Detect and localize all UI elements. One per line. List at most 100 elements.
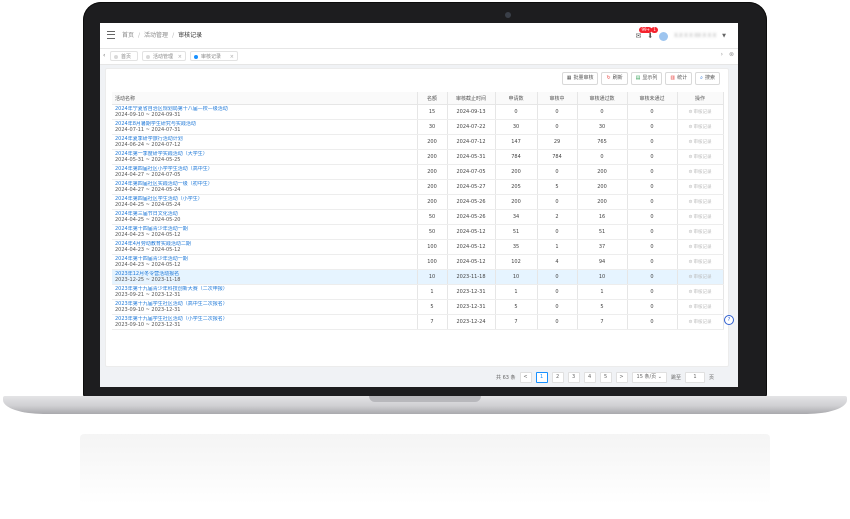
col-header-deadline[interactable]: 审核截止时间 <box>447 92 496 105</box>
audit-record-link[interactable]: ⚙审核记录 <box>688 125 711 130</box>
columns-button[interactable]: ▤ 显示列 <box>630 72 663 85</box>
table-row[interactable]: 2024年第十四届青少年活动一期 2024-04-23 ~ 2024-05-12 1… <box>112 254 724 270</box>
audit-record-link[interactable]: ⚙审核记录 <box>688 155 711 160</box>
cell-rejected: 0 <box>627 104 678 120</box>
laptop-reflection <box>80 434 770 504</box>
audit-record-link[interactable]: ⚙审核记录 <box>688 320 711 325</box>
refresh-button[interactable]: ↻ 刷新 <box>601 72 628 85</box>
table-row[interactable]: 2024年夏季研学旅行活动计划 2024-06-24 ~ 2024-07-12 20… <box>112 134 724 150</box>
col-header-pending[interactable]: 审核中 <box>537 92 578 105</box>
audit-record-link[interactable]: ⚙审核记录 <box>688 140 711 145</box>
cell-applied: 51 <box>495 224 538 240</box>
goto-input[interactable]: 1 <box>684 372 705 383</box>
table-row[interactable]: 2024年8月暑期学生研究与实践活动 2024-07-11 ~ 2024-07-3… <box>112 119 724 135</box>
stats-button[interactable]: ▥ 统计 <box>665 72 693 85</box>
cell-pending: 0 <box>537 104 578 120</box>
audit-record-link[interactable]: ⚙审核记录 <box>688 170 711 175</box>
search-button[interactable]: ⌕ 搜索 <box>695 72 720 85</box>
pagination-next[interactable]: > <box>615 372 628 383</box>
cell-rejected: 0 <box>627 284 678 300</box>
table-row[interactable]: 2024年宁夏省自治区规划局第十八届—校—级活动 2024-09-10 ~ 202… <box>112 104 724 120</box>
close-icon[interactable]: × <box>178 52 182 62</box>
audit-record-link[interactable]: ⚙审核记录 <box>688 185 711 190</box>
audit-record-link[interactable]: ⚙审核记录 <box>688 275 711 280</box>
gear-icon: ⚙ <box>688 125 693 130</box>
audit-record-link[interactable]: ⚙审核记录 <box>688 230 711 235</box>
cell-approved: 0 <box>577 104 628 120</box>
cell-quota: 200 <box>417 194 448 210</box>
cell-pending: 0 <box>537 269 578 285</box>
header-actions: ✉ 99+ ⬇ 1 X.X X X XX X X X ▼ <box>635 27 726 43</box>
table-row[interactable]: 2024年第三届节日文化活动 2024-04-25 ~ 2024-05-20 50 2… <box>112 209 724 225</box>
cell-quota: 10 <box>417 269 448 285</box>
table-row[interactable]: 2023年12月冬令营活动报名 2023-12-25 ~ 2023-11-18 10… <box>112 269 724 285</box>
col-header-approved[interactable]: 审核通过数 <box>577 92 628 105</box>
table-row[interactable]: 2023年第十九届学生社区活动（高中生二次报名） 2023-09-10 ~ 202… <box>112 299 724 315</box>
page-size-select[interactable]: 15 条/页 ⌄ <box>631 372 667 383</box>
table-row[interactable]: 2023年第十九届学生社区活动（小学生二次报名） 2023-09-10 ~ 202… <box>112 314 724 330</box>
cell-actions: ⚙审核记录 <box>677 179 724 195</box>
cell-rejected: 0 <box>627 164 678 180</box>
action-label: 审核记录 <box>693 290 712 295</box>
audit-record-link[interactable]: ⚙审核记录 <box>688 110 711 115</box>
cell-name: 2024年第十四届青少年活动一期 2024-04-23 ~ 2024-05-12 <box>112 254 418 270</box>
pagination-page-1[interactable]: 1 <box>535 372 548 383</box>
pagination-prev[interactable]: < <box>519 372 532 383</box>
cell-name: 2024年夏季研学旅行活动计划 2024-06-24 ~ 2024-07-12 <box>112 134 418 150</box>
action-label: 审核记录 <box>693 245 712 250</box>
cell-quota: 100 <box>417 254 448 270</box>
pagination-page-3[interactable]: 3 <box>567 372 580 383</box>
activity-dates: 2024-06-24 ~ 2024-07-12 <box>115 142 181 148</box>
table-row[interactable]: 2024年第四届社区学生活动（小学生） 2024-04-25 ~ 2024-05-… <box>112 194 724 210</box>
audit-record-link[interactable]: ⚙审核记录 <box>688 215 711 220</box>
menu-icon[interactable] <box>107 31 115 39</box>
tab-audit-records[interactable]: 审核记录 × <box>190 51 238 61</box>
chevron-down-icon[interactable]: ▼ <box>722 33 726 39</box>
table-row[interactable]: 2024年第十四届青少年活动一期 2024-04-23 ~ 2024-05-12 5… <box>112 224 724 240</box>
table-row[interactable]: 2024年4月劳动教育实践活动二期 2024-04-23 ~ 2024-05-12… <box>112 239 724 255</box>
help-icon[interactable]: ? <box>724 315 734 325</box>
tab-home[interactable]: 首页 <box>110 51 138 61</box>
close-icon[interactable]: × <box>230 52 234 62</box>
breadcrumb-activity[interactable]: 活动管理 <box>144 32 168 39</box>
col-header-applied[interactable]: 申请数 <box>495 92 538 105</box>
audit-record-link[interactable]: ⚙审核记录 <box>688 245 711 250</box>
cell-quota: 200 <box>417 164 448 180</box>
table-header-row: 活动名称 名额 审核截止时间 申请数 审核中 审核通过数 审核未通过 操作 <box>112 92 724 105</box>
audit-record-link[interactable]: ⚙审核记录 <box>688 260 711 265</box>
avatar[interactable] <box>659 31 669 41</box>
chevron-left-icon[interactable]: ‹ <box>103 52 105 59</box>
tab-activity[interactable]: 活动管理 × <box>142 51 186 61</box>
col-header-name[interactable]: 活动名称 <box>112 92 418 105</box>
audit-record-link[interactable]: ⚙审核记录 <box>688 200 711 205</box>
chevron-right-icon[interactable]: › <box>721 51 723 58</box>
cell-actions: ⚙审核记录 <box>677 104 724 120</box>
audit-record-link[interactable]: ⚙审核记录 <box>688 305 711 310</box>
pagination-page-2[interactable]: 2 <box>551 372 564 383</box>
page-size-value: 15 条/页 <box>636 374 657 380</box>
table-row[interactable]: 2024年第一季度研学实践活动（大学生） 2024-05-31 ~ 2024-05… <box>112 149 724 165</box>
user-name[interactable]: X.X X X XX X X X <box>674 33 716 39</box>
download-icon[interactable]: ⬇ 1 <box>647 27 658 40</box>
pagination-page-4[interactable]: 4 <box>583 372 596 383</box>
button-label: 显示列 <box>642 75 658 81</box>
cell-applied: 0 <box>495 104 538 120</box>
activity-dates: 2024-04-27 ~ 2024-07-05 <box>115 172 181 178</box>
mail-icon[interactable]: ✉ 99+ <box>635 27 652 40</box>
cell-actions: ⚙审核记录 <box>677 224 724 240</box>
cell-pending: 0 <box>537 299 578 315</box>
cell-approved: 7 <box>577 314 628 330</box>
col-header-quota[interactable]: 名额 <box>417 92 448 105</box>
cell-rejected: 0 <box>627 149 678 165</box>
batch-audit-button[interactable]: ▦ 批量审核 <box>561 72 599 85</box>
audit-record-link[interactable]: ⚙审核记录 <box>688 290 711 295</box>
cell-approved: 200 <box>577 164 628 180</box>
close-all-icon[interactable]: ⊗ <box>729 51 734 58</box>
cell-applied: 147 <box>495 134 538 150</box>
col-header-rejected[interactable]: 审核未通过 <box>627 92 678 105</box>
table-row[interactable]: 2023年第十九届青少年科技创新大赛（二次申报） 2023-09-21 ~ 202… <box>112 284 724 300</box>
table-row[interactable]: 2024年第四届社区小学学生活动（高中生） 2024-04-27 ~ 2024-0… <box>112 164 724 180</box>
table-row[interactable]: 2024年第四届社区实践活动一级（初中生） 2024-04-27 ~ 2024-0… <box>112 179 724 195</box>
pagination-page-5[interactable]: 5 <box>599 372 612 383</box>
breadcrumb-home[interactable]: 首页 <box>122 32 134 39</box>
